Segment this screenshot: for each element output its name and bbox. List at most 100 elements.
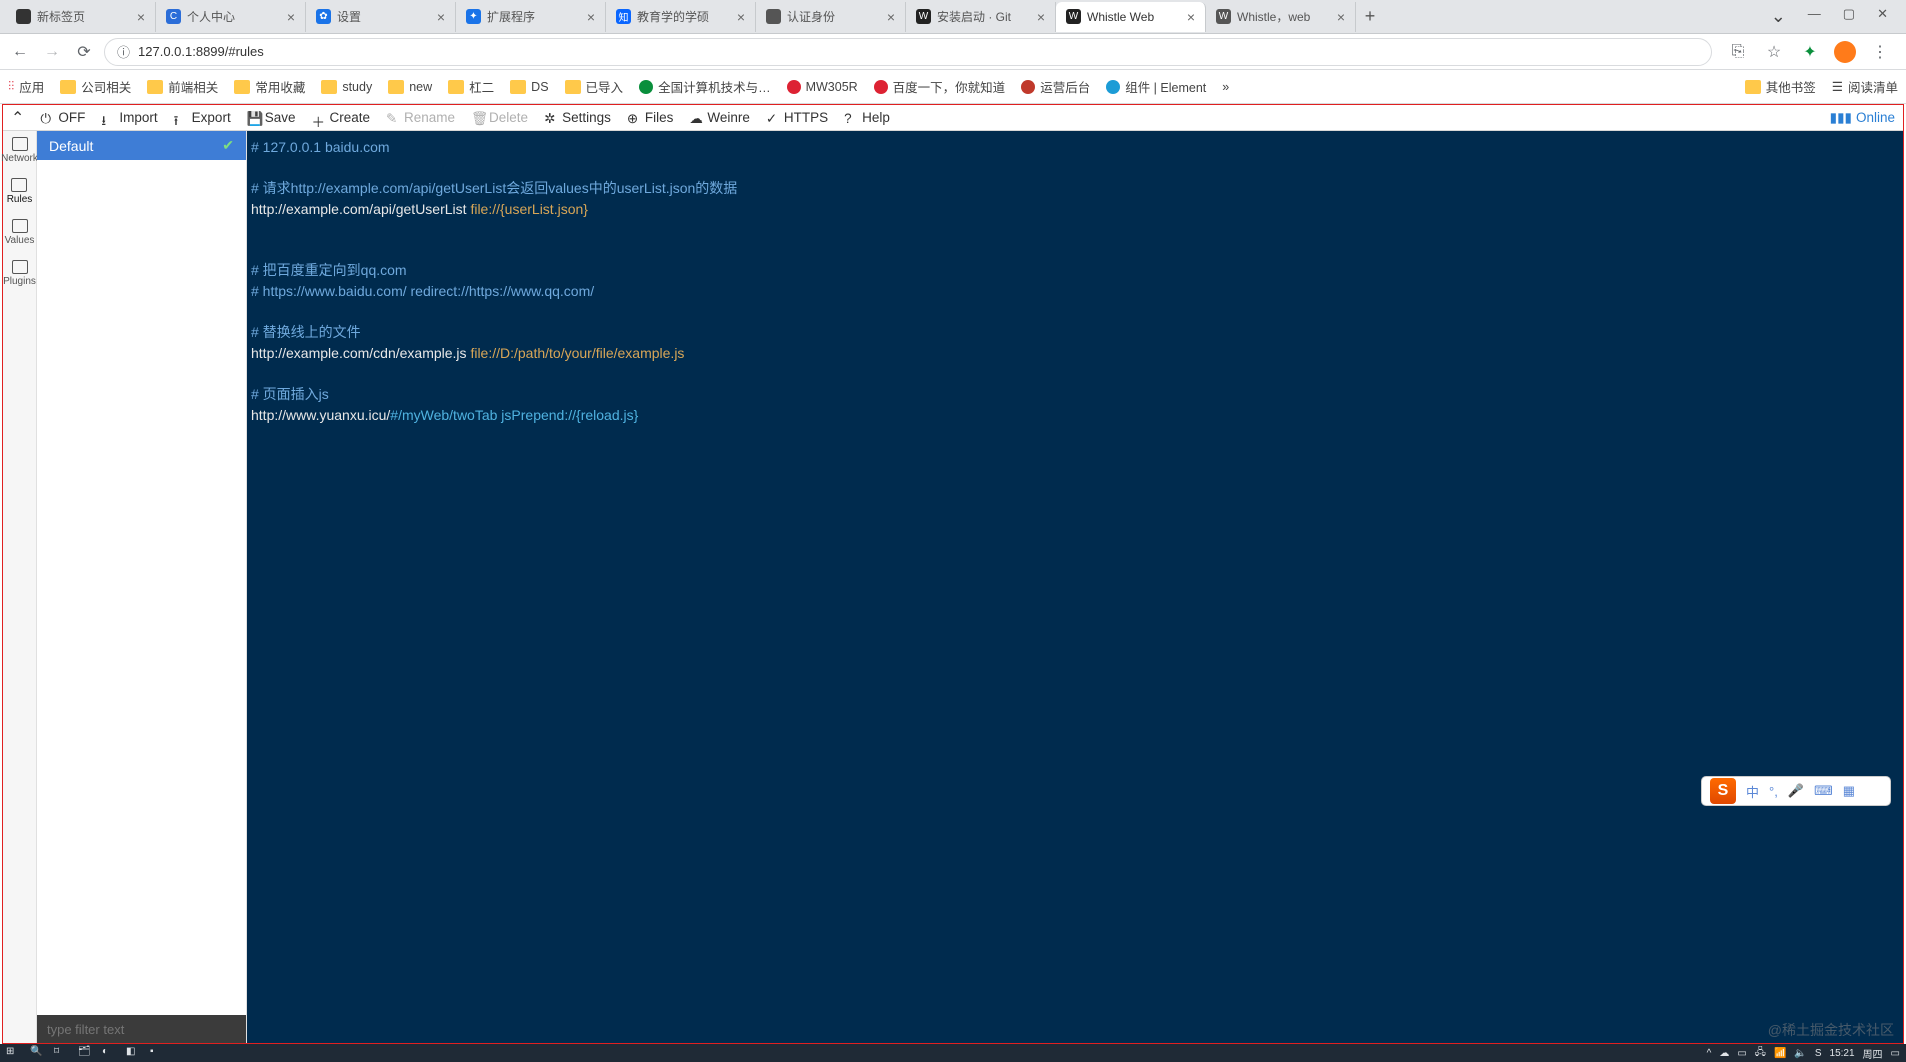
close-tab-icon[interactable]: × [137,9,145,25]
browser-tab[interactable]: ✿设置× [306,2,456,32]
close-tab-icon[interactable]: × [437,9,445,25]
weinre-button[interactable]: ☁Weinre [689,110,750,125]
tray-overflow-icon[interactable]: ^ [1707,1048,1712,1059]
bookmark-item[interactable]: 杠二 [448,77,494,96]
bookmark-item[interactable]: study [321,80,372,94]
close-tab-icon[interactable]: × [587,9,595,25]
rules-editor[interactable]: # 127.0.0.1 baidu.com # 请求http://example… [247,131,1903,1043]
save-button[interactable]: 💾Save [247,110,296,125]
bookmark-item[interactable]: 运营后台 [1021,77,1090,96]
close-window-button[interactable]: ✕ [1877,6,1888,27]
profile-avatar-icon[interactable] [1834,41,1856,63]
rule-filter-input[interactable] [37,1015,246,1043]
search-button[interactable]: 🔍 [30,1046,44,1060]
task-view-button[interactable]: ⌑ [54,1046,68,1060]
tray-onedrive-icon[interactable]: ☁ [1719,1048,1729,1059]
tray-notifications-icon[interactable]: ▭ [1891,1048,1900,1059]
ime-floating-bar[interactable]: S 中 °, 🎤 ⌨ ▦ [1701,776,1891,806]
folder-icon [565,80,581,94]
tray-volume-icon[interactable]: 🔈 [1794,1048,1806,1059]
close-tab-icon[interactable]: × [737,9,745,25]
check-icon: ✔ [222,137,234,154]
side-tab-rules[interactable]: Rules [7,178,33,205]
close-tab-icon[interactable]: × [887,9,895,25]
bookmark-item[interactable]: ☰阅读清单 [1832,77,1898,96]
browser-tab[interactable]: 认证身份× [756,2,906,32]
extensions-icon[interactable]: ✦ [1798,40,1822,64]
start-button[interactable]: ⊞ [6,1046,20,1060]
maximize-button[interactable]: ▢ [1843,6,1855,27]
close-tab-icon[interactable]: × [1337,9,1345,25]
browser-tab[interactable]: WWhistle Web× [1056,2,1206,32]
site-info-icon[interactable]: ⓘ [117,42,130,61]
browser-tab[interactable]: WWhistle，web× [1206,2,1356,32]
browser-tab[interactable]: C个人中心× [156,2,306,32]
bookmarks-overflow-button[interactable]: » [1222,80,1229,94]
collapse-toggle[interactable]: ⌃ [11,108,24,128]
close-tab-icon[interactable]: × [1187,9,1195,25]
new-tab-button[interactable]: + [1356,6,1384,27]
bookmark-item[interactable]: 其他书签 [1745,77,1816,96]
online-indicator[interactable]: ▮▮▮ Online [1830,110,1895,126]
close-tab-icon[interactable]: × [1037,9,1045,25]
bookmark-item[interactable]: MW305R [787,80,858,94]
tab-title: 安装启动 · Git [937,8,1031,25]
minimize-button[interactable]: — [1808,6,1821,27]
back-button[interactable]: ← [8,40,32,64]
ime-keyboard-icon[interactable]: ⌨ [1814,783,1833,799]
create-button[interactable]: ＋Create [311,110,370,125]
bookmark-item[interactable]: DS [510,80,548,94]
ime-lang-label[interactable]: 中 [1746,782,1759,801]
tray-time[interactable]: 15:21 [1830,1048,1855,1059]
url-input[interactable]: ⓘ 127.0.0.1:8899/#rules [104,38,1712,66]
rule-list-item[interactable]: Default✔ [37,131,246,160]
bookmark-item[interactable]: 已导入 [565,77,624,96]
tray-ime-icon[interactable]: S [1815,1048,1822,1059]
browser-tab[interactable]: W安装启动 · Git× [906,2,1056,32]
install-pwa-icon[interactable]: ⎘ [1726,40,1750,64]
chrome-icon[interactable]: ◐ [102,1046,116,1060]
browser-tab[interactable]: 知教育学的学硕× [606,2,756,32]
file-explorer-icon[interactable]: 🗂 [78,1046,92,1060]
bookmark-item[interactable]: 百度一下，你就知道 [874,77,1006,96]
bookmark-label: 运营后台 [1040,77,1090,96]
reload-button[interactable]: ⟳ [72,40,96,64]
favicon: ✦ [466,9,481,24]
bookmark-item[interactable]: new [388,80,432,94]
side-tab-values[interactable]: Values [5,219,35,246]
import-button[interactable]: ⭳Import [101,110,157,125]
browser-tab[interactable]: 新标签页× [6,2,156,32]
forward-button[interactable]: → [40,40,64,64]
toolbar-label: Rename [404,110,455,125]
tray-network-icon[interactable]: 🖧 [1755,1045,1766,1062]
tray-wifi-icon[interactable]: 📶 [1774,1048,1786,1059]
files-button[interactable]: ⊕Files [627,110,674,125]
bookmark-item[interactable]: 常用收藏 [234,77,305,96]
close-tab-icon[interactable]: × [287,9,295,25]
toolbar-label: Help [862,110,890,125]
bookmark-item[interactable]: 前端相关 [147,77,218,96]
ime-grid-icon[interactable]: ▦ [1843,783,1855,799]
help-button[interactable]: ?Help [844,110,890,125]
bookmark-item[interactable]: ⫶⫶应用 [8,77,44,96]
https-button[interactable]: ✓HTTPS [766,110,828,125]
settings-button[interactable]: ✲Settings [544,110,611,125]
bookmark-item[interactable]: 公司相关 [60,77,131,96]
tab-dropdown-icon[interactable]: ⌄ [1771,6,1786,27]
export-button[interactable]: ⭱Export [174,110,231,125]
ime-mic-icon[interactable]: 🎤 [1788,783,1804,799]
side-tab-plugins[interactable]: Plugins [3,260,36,287]
files-icon: ⊕ [627,111,641,125]
bookmark-item[interactable]: 组件 | Element [1106,77,1206,96]
terminal-icon[interactable]: ▪ [150,1046,164,1060]
todo-app-icon[interactable]: ◧ [126,1046,140,1060]
browser-tab[interactable]: ✦扩展程序× [456,2,606,32]
favicon [16,9,31,24]
off-button[interactable]: ⏻OFF [40,110,85,125]
ime-punct-icon[interactable]: °, [1769,784,1778,799]
tray-battery-icon[interactable]: ▭ [1737,1048,1746,1059]
side-tab-network[interactable]: Network [1,137,38,164]
bookmark-star-icon[interactable]: ☆ [1762,40,1786,64]
kebab-menu-icon[interactable]: ⋮ [1868,40,1892,64]
bookmark-item[interactable]: 全国计算机技术与… [639,77,771,96]
